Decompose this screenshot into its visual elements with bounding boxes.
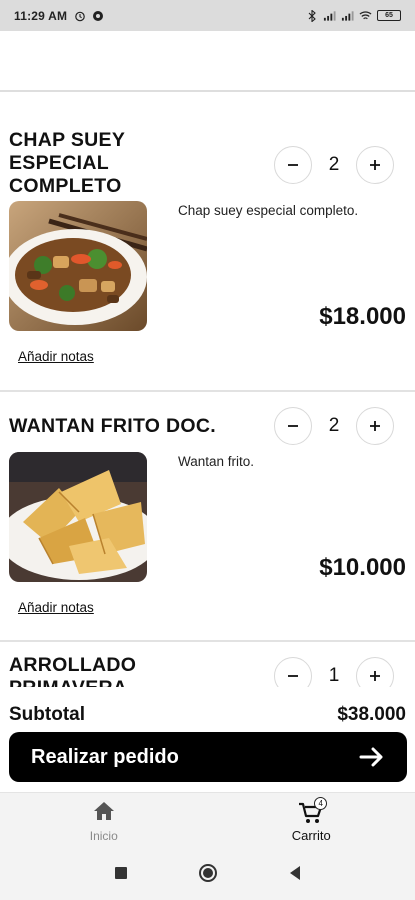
home-circle-icon[interactable] xyxy=(198,863,218,888)
quantity-stepper: 2 xyxy=(274,146,394,184)
back-icon[interactable] xyxy=(288,865,302,886)
stir-fry-dish-image xyxy=(9,201,147,331)
decrease-button[interactable] xyxy=(274,146,312,184)
bottom-tab-bar: Inicio 4 Carrito xyxy=(0,792,415,850)
system-navigation-bar xyxy=(0,850,415,900)
cart-icon: 4 xyxy=(298,796,328,825)
quantity-stepper: 1 xyxy=(274,657,394,687)
decrease-button[interactable] xyxy=(274,407,312,445)
minus-icon xyxy=(288,675,298,677)
app-notification-icon xyxy=(91,9,104,22)
decrease-button[interactable] xyxy=(274,657,312,687)
cart-item: CHAP SUEY ESPECIAL COMPLETO 2 Chap suey … xyxy=(0,93,415,392)
minus-icon xyxy=(288,164,298,166)
quantity-value: 1 xyxy=(328,665,340,686)
add-notes-link[interactable]: Añadir notas xyxy=(18,349,94,364)
subtotal-row: Subtotal $38.000 xyxy=(9,704,406,726)
increase-button[interactable] xyxy=(355,146,394,184)
subtotal-value: $38.000 xyxy=(337,704,406,725)
alarm-icon xyxy=(73,9,86,22)
plus-icon xyxy=(369,421,380,431)
wifi-icon xyxy=(359,9,372,22)
recent-apps-icon[interactable] xyxy=(114,866,128,885)
status-time: 11:29 AM xyxy=(14,8,68,23)
signal-icon xyxy=(341,9,354,22)
increase-button[interactable] xyxy=(355,657,394,687)
item-title-line: ARROLLADO xyxy=(9,654,137,676)
home-icon xyxy=(93,801,115,826)
order-summary: Subtotal $38.000 Realizar pedido xyxy=(0,690,415,791)
increase-button[interactable] xyxy=(355,407,394,445)
cart-item: WANTAN FRITO DOC. 2 Wantan frito. $10.00… xyxy=(0,392,415,642)
item-title-line: PRIMAVERA xyxy=(9,677,136,687)
cart-item-list[interactable]: CHAP SUEY ESPECIAL COMPLETO 2 Chap suey … xyxy=(0,93,415,687)
tab-cart[interactable]: 4 Carrito xyxy=(208,793,415,850)
plus-icon xyxy=(369,160,380,170)
minus-icon xyxy=(288,425,298,427)
arrow-right-icon xyxy=(359,747,385,767)
item-description: Wantan frito. xyxy=(178,454,255,469)
place-order-button[interactable]: Realizar pedido xyxy=(9,732,407,782)
place-order-label: Realizar pedido xyxy=(31,745,179,768)
cart-count-badge: 4 xyxy=(314,796,328,810)
item-description: Chap suey especial completo. xyxy=(178,203,359,218)
item-title-line: CHAP SUEY xyxy=(9,129,126,151)
add-notes-link[interactable]: Añadir notas xyxy=(18,600,94,615)
item-title-line: WANTAN FRITO DOC. xyxy=(9,415,216,437)
battery-icon: 65 xyxy=(377,10,401,21)
subtotal-label: Subtotal xyxy=(9,704,85,725)
quantity-value: 2 xyxy=(328,415,340,436)
item-title: WANTAN FRITO DOC. xyxy=(9,415,216,438)
tab-home-label: Inicio xyxy=(89,828,118,843)
item-title: ARROLLADO PRIMAVERA xyxy=(9,654,136,687)
plus-icon xyxy=(369,671,380,681)
signal-icon xyxy=(323,9,336,22)
status-bar: 11:29 AM 65 xyxy=(0,0,415,31)
cart-item: ARROLLADO PRIMAVERA 1 xyxy=(0,642,415,687)
item-price: $18.000 xyxy=(319,303,406,330)
tab-cart-label: Carrito xyxy=(291,827,331,843)
item-title-line: ESPECIAL xyxy=(9,152,109,174)
item-title-line: COMPLETO xyxy=(9,175,122,197)
item-price: $10.000 xyxy=(319,554,406,581)
tab-home[interactable]: Inicio xyxy=(0,793,208,850)
bluetooth-icon xyxy=(305,9,318,22)
quantity-value: 2 xyxy=(328,154,340,175)
item-title: CHAP SUEY ESPECIAL COMPLETO xyxy=(9,129,125,198)
quantity-stepper: 2 xyxy=(274,407,394,445)
fried-wonton-image xyxy=(9,452,147,582)
header xyxy=(0,31,415,92)
